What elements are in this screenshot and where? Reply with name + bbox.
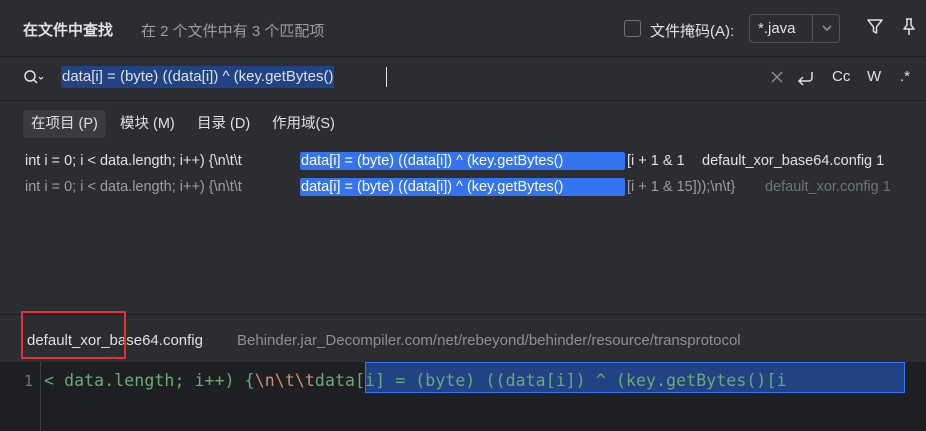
result-suffix: [i + 1 & 1 xyxy=(627,153,685,169)
code-before: < data.length; i++) { xyxy=(44,371,255,390)
result-prefix: int i = 0; i < data.length; i++) {\n\t\t xyxy=(25,153,242,169)
match-case-toggle[interactable]: Cc xyxy=(832,68,850,85)
code-preview[interactable]: 1 < data.length; i++) {\n\t\tdata[i] = (… xyxy=(0,362,926,431)
result-match: data[i] = (byte) ((data[i]) ^ (key.getBy… xyxy=(300,152,625,170)
result-file: default_xor.config 1 xyxy=(765,179,891,195)
preview-header: default_xor_base64.config Behinder.jar_D… xyxy=(0,314,926,366)
whole-words-toggle[interactable]: W xyxy=(867,68,881,85)
file-mask-separator xyxy=(812,15,813,42)
file-mask-value: *.java xyxy=(758,20,796,37)
preview-file-path: Behinder.jar_Decompiler.com/net/rebeyond… xyxy=(237,332,741,349)
filter-icon[interactable] xyxy=(866,17,884,37)
result-row[interactable]: int i = 0; i < data.length; i++) {\n\t\t… xyxy=(0,150,926,172)
find-in-files-header: 在文件中查找 在 2 个文件中有 3 个匹配项 文件掩码(A): *.java xyxy=(0,0,926,56)
code-match: data[i] = (byte) ((data[i]) ^ (key.getBy… xyxy=(314,371,787,390)
file-mask-label: 文件掩码(A): xyxy=(650,23,735,40)
tab-directory[interactable]: 目录 (D) xyxy=(189,110,258,138)
close-icon[interactable] xyxy=(771,71,783,83)
code-escape: \n\t\t xyxy=(254,371,315,390)
newline-icon[interactable] xyxy=(796,69,816,87)
text-caret xyxy=(386,67,387,87)
result-match: data[i] = (byte) ((data[i]) ^ (key.getBy… xyxy=(300,178,625,196)
pin-icon[interactable] xyxy=(900,17,918,37)
code-line: < data.length; i++) {\n\t\tdata[i] = (by… xyxy=(44,371,787,390)
gutter-separator xyxy=(40,362,41,431)
search-input[interactable]: data[i] = (byte) ((data[i]) ^ (key.getBy… xyxy=(61,66,335,88)
line-number: 1 xyxy=(24,372,34,390)
tab-project[interactable]: 在项目 (P) xyxy=(23,110,106,138)
result-suffix: [i + 1 & 15]));\n\t} xyxy=(627,179,736,195)
search-icon[interactable] xyxy=(23,69,45,87)
tab-scope[interactable]: 作用域(S) xyxy=(264,110,343,138)
result-row[interactable]: int i = 0; i < data.length; i++) {\n\t\t… xyxy=(0,176,926,198)
chevron-down-icon[interactable] xyxy=(820,21,834,35)
dialog-title: 在文件中查找 xyxy=(23,22,114,39)
match-summary: 在 2 个文件中有 3 个匹配项 xyxy=(141,23,325,40)
result-prefix: int i = 0; i < data.length; i++) {\n\t\t xyxy=(25,179,242,195)
annotation-box xyxy=(21,311,126,359)
regex-toggle[interactable]: .* xyxy=(900,68,910,85)
search-divider xyxy=(0,100,926,101)
search-row: data[i] = (byte) ((data[i]) ^ (key.getBy… xyxy=(0,57,926,99)
file-mask-checkbox[interactable] xyxy=(624,20,641,37)
tab-module[interactable]: 模块 (M) xyxy=(112,110,183,138)
file-mask-select[interactable]: *.java xyxy=(749,14,840,43)
result-file: default_xor_base64.config 1 xyxy=(702,153,885,169)
